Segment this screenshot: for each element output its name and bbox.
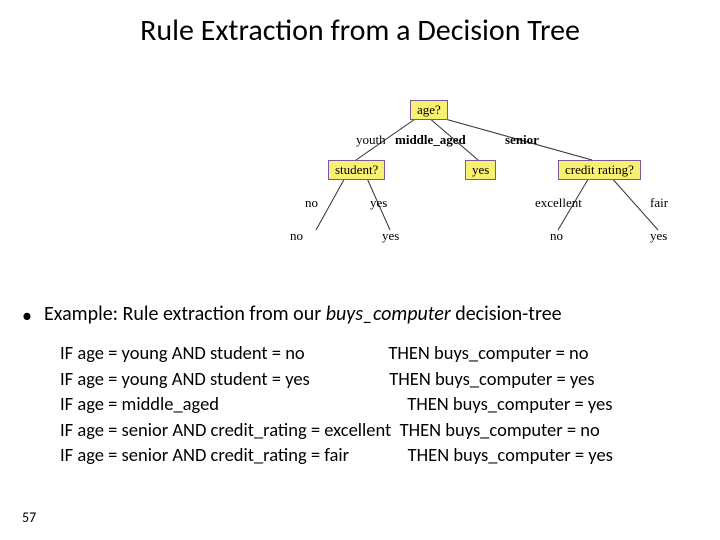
leaf-student-no: no xyxy=(290,228,303,244)
rule-4-then: THEN buys_computer = no xyxy=(400,418,600,441)
rule-3-then: THEN buys_computer = yes xyxy=(407,392,612,415)
node-credit-rating: credit rating? xyxy=(558,160,641,180)
tree-edges xyxy=(310,100,710,280)
bullet-suffix: decision-tree xyxy=(451,302,562,326)
bullet-example: • Example: Rule extraction from our buys… xyxy=(22,302,562,326)
leaf-credit-no: no xyxy=(550,228,563,244)
node-age: age? xyxy=(410,100,448,120)
node-middle-yes: yes xyxy=(465,160,496,180)
rules-block: IF age = young AND student = no THEN buy… xyxy=(60,340,613,468)
rule-2-if: IF age = young AND student = yes xyxy=(60,367,310,390)
rule-1-if: IF age = young AND student = no xyxy=(60,341,305,364)
leaf-credit-yes: yes xyxy=(650,228,667,244)
node-student: student? xyxy=(328,160,385,180)
rule-3-if: IF age = middle_aged xyxy=(60,392,219,415)
rule-5-if: IF age = senior AND credit_rating = fair xyxy=(60,443,349,466)
rule-4-if: IF age = senior AND credit_rating = exce… xyxy=(60,418,391,441)
page-title: Rule Extraction from a Decision Tree xyxy=(0,12,720,49)
edge-label-senior: senior xyxy=(505,132,539,148)
edge-label-youth: youth xyxy=(356,132,386,148)
edge-label-middle-aged: middle_aged xyxy=(395,132,466,148)
decision-tree: age? youth middle_aged senior student? y… xyxy=(310,100,710,280)
bullet-dot-icon: • xyxy=(22,304,32,328)
edge-label-student-yes: yes xyxy=(370,195,387,211)
leaf-student-yes: yes xyxy=(382,228,399,244)
edge-label-credit-excellent: excellent xyxy=(535,195,582,211)
rule-5-then: THEN buys_computer = yes xyxy=(408,443,613,466)
bullet-prefix: Example: Rule extraction from our xyxy=(44,302,326,326)
page-number: 57 xyxy=(22,509,36,526)
rule-1-then: THEN buys_computer = no xyxy=(388,341,588,364)
bullet-italic: buys_computer xyxy=(326,302,451,326)
edge-label-student-no: no xyxy=(305,195,318,211)
edge-label-credit-fair: fair xyxy=(650,195,668,211)
rule-2-then: THEN buys_computer = yes xyxy=(389,367,594,390)
